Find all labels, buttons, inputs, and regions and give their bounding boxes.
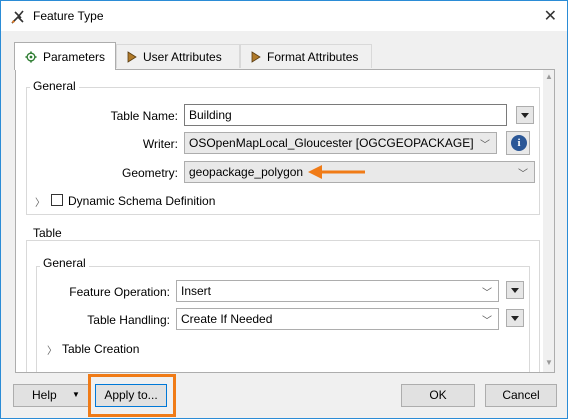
geometry-value: geopackage_polygon: [189, 165, 304, 179]
writer-value: OSOpenMapLocal_Gloucester [OGCGEOPACKAGE…: [189, 136, 474, 150]
writer-info-button[interactable]: i: [506, 131, 530, 155]
tab-format-attributes-label: Format Attributes: [267, 49, 359, 64]
feature-operation-select[interactable]: Insert ﹀: [176, 280, 499, 302]
chevron-down-icon: ﹀: [482, 288, 492, 299]
close-icon[interactable]: ✕: [544, 6, 557, 26]
feature-operation-value: Insert: [181, 284, 212, 298]
table-handling-label: Table Handling:: [87, 313, 170, 327]
general-group-label: General: [30, 79, 79, 93]
arrow-right-icon: [127, 50, 137, 63]
tab-format-attributes[interactable]: Format Attributes: [240, 44, 372, 68]
scroll-down-icon[interactable]: ▼: [545, 358, 553, 367]
tab-parameters[interactable]: Parameters: [14, 42, 116, 70]
ok-button[interactable]: OK: [401, 384, 475, 407]
dynamic-schema-checkbox[interactable]: [51, 194, 63, 206]
table-handling-value: Create If Needed: [181, 312, 273, 326]
arrow-right-icon: [251, 50, 261, 63]
dynamic-schema-expander-icon[interactable]: 〉: [35, 194, 45, 209]
chevron-down-icon: ﹀: [482, 316, 492, 327]
help-label: Help: [32, 388, 57, 402]
gear-icon: [25, 50, 37, 63]
table-name-input[interactable]: Building: [184, 104, 507, 126]
table-handling-menu-button[interactable]: [506, 309, 524, 327]
help-button[interactable]: Help ▼: [13, 384, 89, 407]
geometry-label: Geometry:: [121, 166, 178, 180]
table-creation-expander-icon[interactable]: 〉: [47, 342, 57, 357]
table-group-label: Table: [30, 226, 65, 240]
dynamic-schema-label: Dynamic Schema Definition: [68, 194, 216, 208]
feature-type-dialog: Feature Type ✕ Parameters User Attribute…: [0, 0, 568, 419]
table-name-menu-button[interactable]: [516, 106, 534, 124]
scroll-up-icon[interactable]: ▲: [545, 72, 553, 81]
writer-label: Writer:: [142, 137, 178, 151]
fme-app-icon: [11, 10, 24, 24]
table-general-group-label: General: [40, 256, 89, 270]
tab-user-attributes[interactable]: User Attributes: [116, 44, 240, 68]
writer-select[interactable]: OSOpenMapLocal_Gloucester [OGCGEOPACKAGE…: [184, 132, 497, 154]
chevron-down-icon: ﹀: [480, 140, 490, 151]
tab-parameters-label: Parameters: [42, 49, 105, 64]
feature-operation-menu-button[interactable]: [506, 281, 524, 299]
cancel-button[interactable]: Cancel: [485, 384, 557, 407]
title-bar: Feature Type ✕: [1, 1, 567, 31]
tab-user-attributes-label: User Attributes: [143, 49, 222, 64]
window-title: Feature Type: [33, 9, 104, 23]
table-handling-select[interactable]: Create If Needed ﹀: [176, 308, 499, 330]
info-icon: i: [511, 135, 527, 151]
parameters-panel: General Table Name: Building Writer: OSO…: [15, 69, 555, 373]
highlight-arrow-icon: [308, 165, 365, 179]
feature-operation-label: Feature Operation:: [69, 285, 170, 299]
table-creation-label: Table Creation: [62, 342, 140, 356]
chevron-down-icon: ﹀: [518, 169, 528, 180]
vertical-scrollbar[interactable]: ▲ ▼: [543, 70, 554, 372]
help-dropdown-icon: ▼: [72, 390, 80, 399]
table-name-label: Table Name:: [110, 109, 178, 123]
apply-to-button[interactable]: Apply to...: [95, 384, 167, 407]
